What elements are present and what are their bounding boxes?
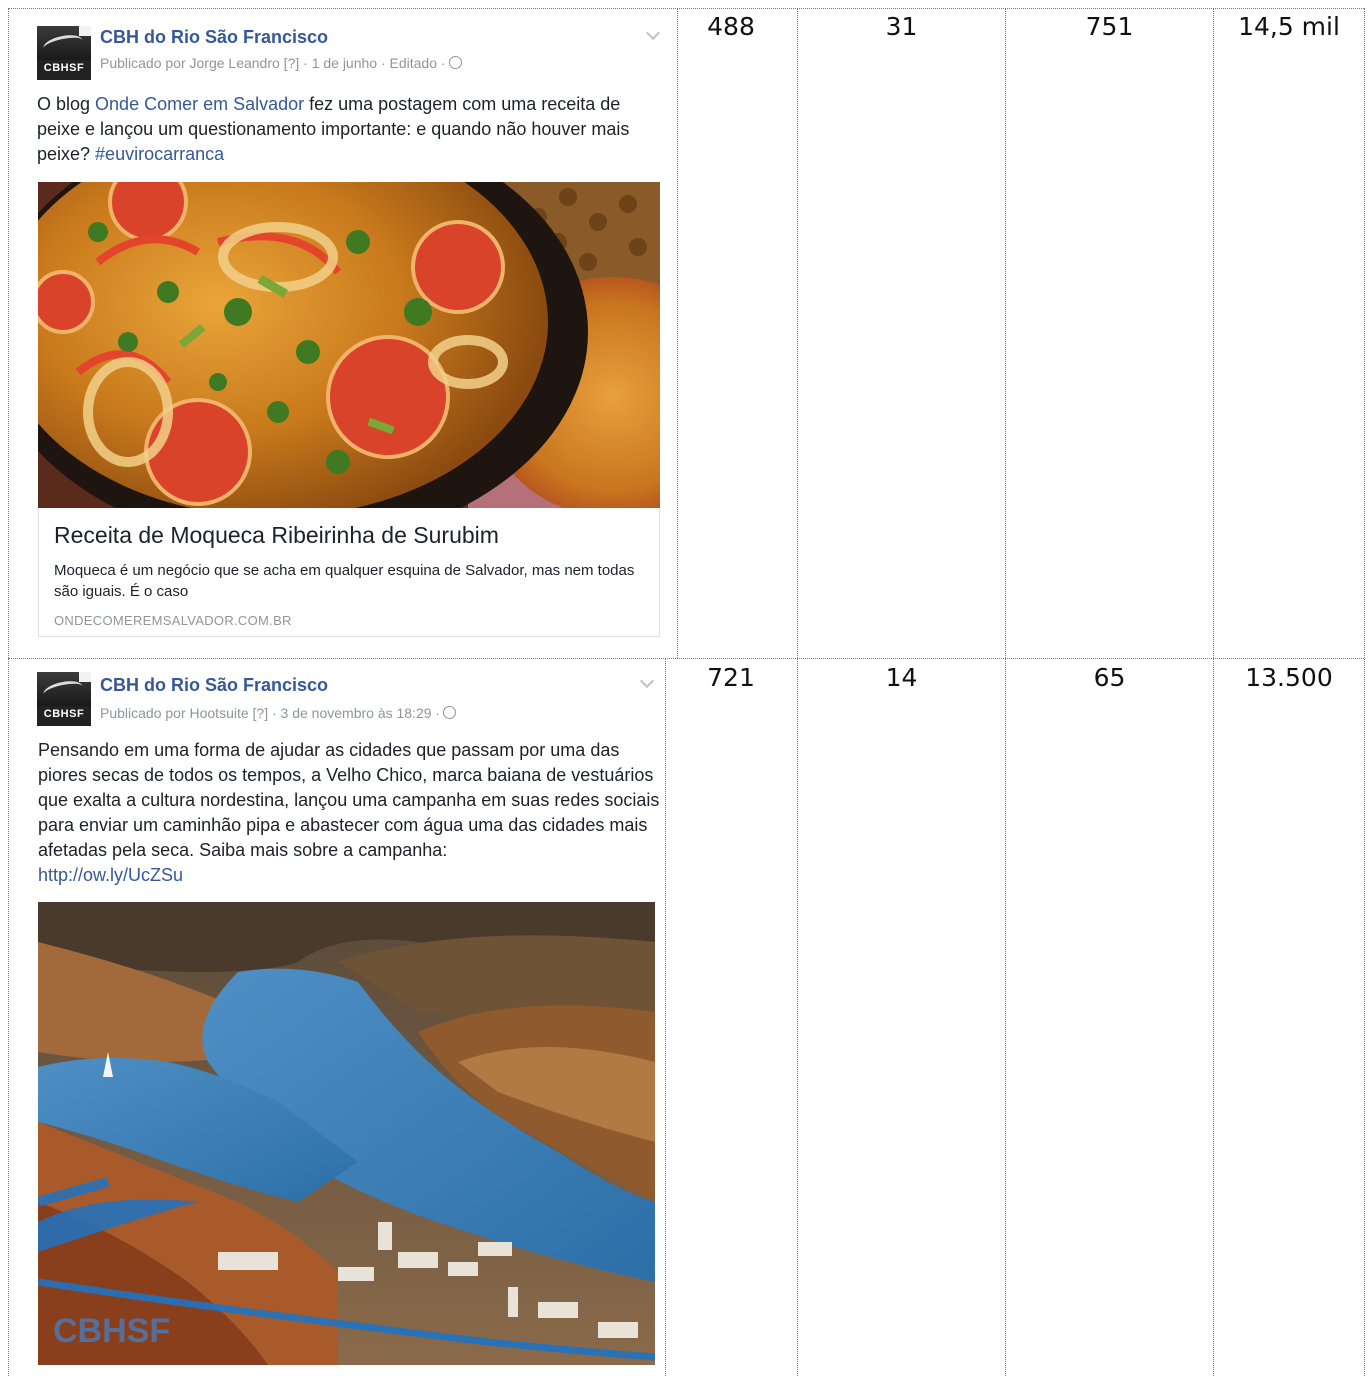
row2-value-2: 14 [885, 663, 918, 692]
row1-value-1: 488 [707, 12, 755, 41]
campaign-link[interactable]: http://ow.ly/UcZSu [38, 865, 183, 885]
chevron-down-icon[interactable] [639, 673, 655, 689]
watermark-text: CBHSF [53, 1312, 170, 1350]
table-right-border [1364, 8, 1365, 1376]
facebook-post-2: CBHSF CBH do Rio São Francisco Publicado… [10, 660, 664, 1376]
page-logo[interactable]: CBHSF [37, 26, 91, 80]
post-text: O blog Onde Comer em Salvador fez uma po… [37, 92, 662, 167]
globe-icon [443, 706, 457, 719]
moqueca-photo[interactable] [38, 182, 660, 508]
page-logo[interactable]: CBHSF [37, 672, 91, 726]
post-meta-text: Publicado por Jorge Leandro [?] · 1 de j… [100, 55, 446, 71]
logo-text: CBHSF [43, 62, 85, 74]
blog-link[interactable]: Onde Comer em Salvador [95, 94, 304, 114]
row1-value-3: 751 [1085, 12, 1134, 41]
globe-icon [448, 56, 462, 69]
row2-value-1: 721 [707, 663, 755, 692]
post-meta-text: Publicado por Hootsuite [?] · 3 de novem… [100, 705, 441, 721]
table-left-border [8, 8, 9, 1376]
post-text: Pensando em uma forma de ajudar as cidad… [38, 738, 660, 888]
logo-text: CBHSF [43, 708, 85, 720]
link-preview-description: Moqueca é um negócio que se acha em qual… [54, 562, 635, 600]
link-preview-domain: ONDECOMEREMSALVADOR.COM.BR [54, 613, 292, 628]
post-meta: Publicado por Jorge Leandro [?] · 1 de j… [100, 55, 462, 71]
page-name-link[interactable]: CBH do Rio São Francisco [100, 27, 328, 48]
link-preview[interactable]: Receita de Moqueca Ribeirinha de Surubim… [38, 508, 660, 637]
hashtag-link[interactable]: #euvirocarranca [95, 144, 224, 164]
row2-value-4: 13.500 [1245, 663, 1333, 692]
row2-value-3: 65 [1093, 663, 1126, 692]
row-divider [8, 658, 1364, 659]
row1-value-2: 31 [885, 12, 918, 41]
post-text-body: Pensando em uma forma de ajudar as cidad… [38, 740, 660, 860]
link-preview-title[interactable]: Receita de Moqueca Ribeirinha de Surubim [54, 522, 499, 549]
post-text-start: O blog [37, 94, 96, 114]
facebook-post-1: CBHSF CBH do Rio São Francisco Publicado… [10, 10, 674, 656]
col-divider-1 [677, 8, 678, 658]
col-divider-1b [665, 658, 666, 1376]
row1-value-4: 14,5 mil [1238, 12, 1340, 41]
page-name-link[interactable]: CBH do Rio São Francisco [100, 675, 328, 696]
post-meta: Publicado por Hootsuite [?] · 3 de novem… [100, 705, 457, 721]
chevron-down-icon[interactable] [645, 25, 661, 41]
river-photo[interactable]: CBHSF [38, 902, 655, 1365]
table-top-border [8, 8, 1364, 9]
